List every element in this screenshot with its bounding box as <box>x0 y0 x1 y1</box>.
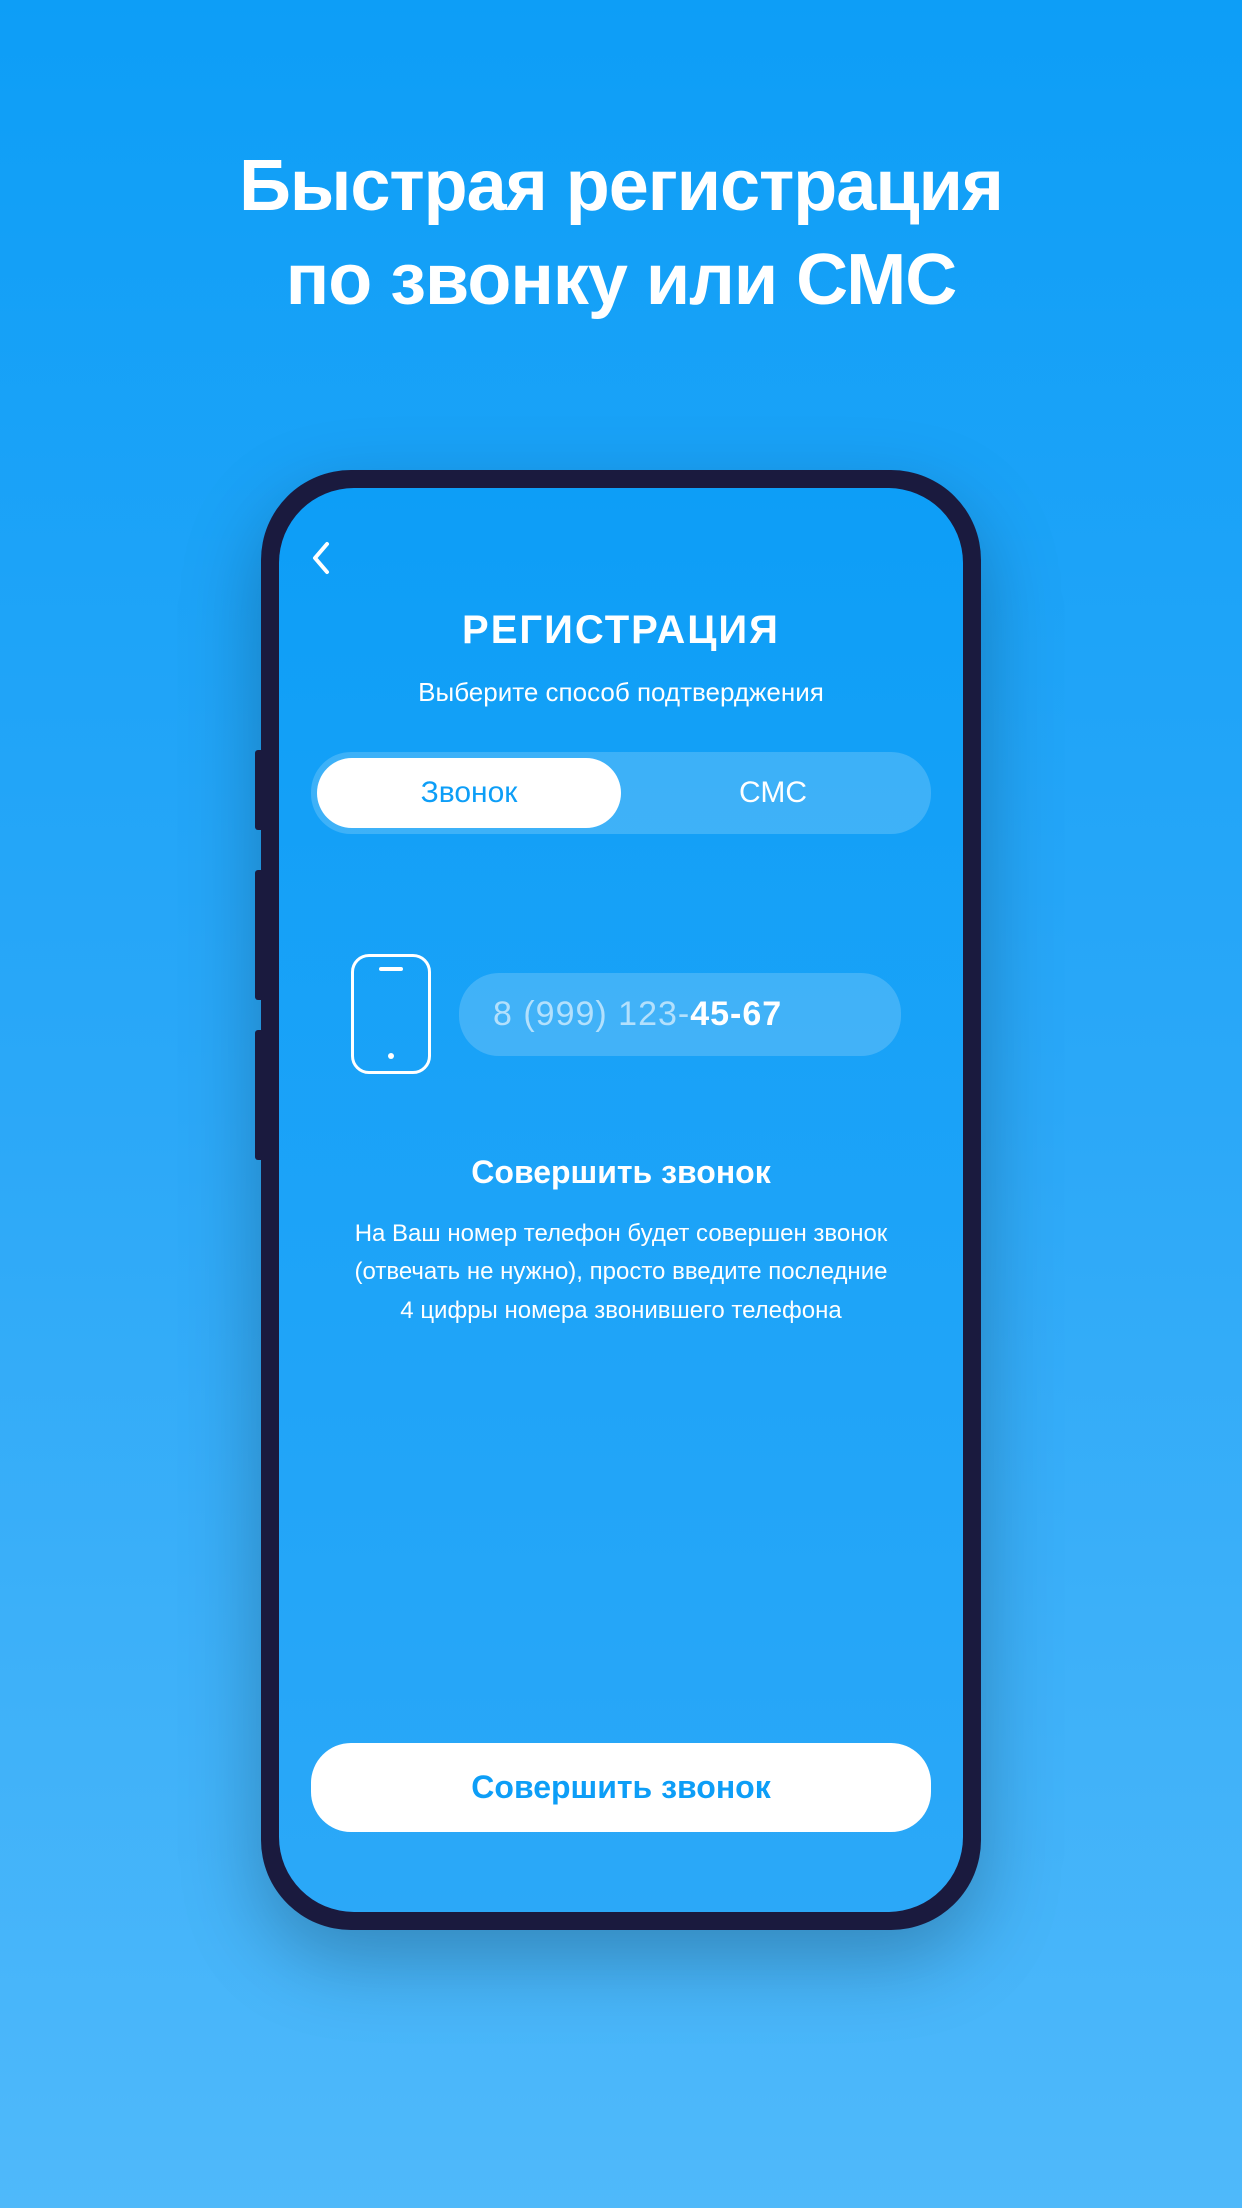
phone-number-input[interactable]: 8 (999) 123-45-67 <box>459 973 901 1056</box>
action-description: На Ваш номер телефон будет совершен звон… <box>311 1215 931 1330</box>
phone-icon <box>351 954 431 1074</box>
page-subtitle: Выберите способ подтверджения <box>311 677 931 708</box>
phone-screen: РЕГИСТРАЦИЯ Выберите способ подтверджени… <box>279 488 963 1912</box>
action-description-line2: (отвечать не нужно), просто введите посл… <box>355 1258 888 1285</box>
phone-prefix: 8 (999) 123- <box>493 995 690 1033</box>
toggle-option-sms[interactable]: СМС <box>621 758 925 828</box>
verification-method-toggle: Звонок СМС <box>311 752 931 834</box>
page-title: РЕГИСТРАЦИЯ <box>311 608 931 653</box>
toggle-option-call[interactable]: Звонок <box>317 758 621 828</box>
make-call-button[interactable]: Совершить звонок <box>311 1743 931 1832</box>
hero-title: Быстрая регистрация по звонку или СМС <box>0 0 1242 327</box>
action-description-line1: На Ваш номер телефон будет совершен звон… <box>355 1220 888 1247</box>
back-button[interactable] <box>311 538 351 578</box>
chevron-left-icon <box>311 540 331 576</box>
hero-title-line2: по звонку или СМС <box>286 240 956 320</box>
phone-input-row: 8 (999) 123-45-67 <box>311 954 931 1074</box>
phone-frame: РЕГИСТРАЦИЯ Выберите способ подтверджени… <box>261 470 981 1930</box>
phone-hardware-buttons <box>255 750 261 1160</box>
phone-suffix: 45-67 <box>690 995 782 1033</box>
action-title: Совершить звонок <box>311 1154 931 1191</box>
hero-title-line1: Быстрая регистрация <box>239 146 1003 226</box>
action-description-line3: 4 цифры номера звонившего телефона <box>400 1297 841 1324</box>
